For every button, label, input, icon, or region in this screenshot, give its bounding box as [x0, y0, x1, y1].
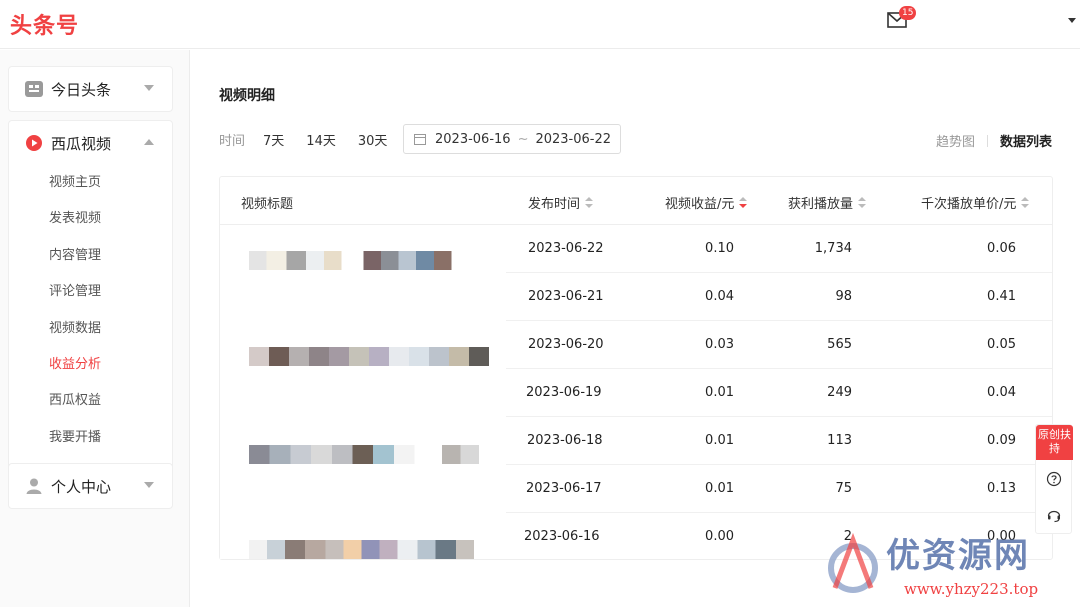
- chevron-up-icon: [144, 139, 154, 145]
- chevron-down-icon: [144, 85, 154, 91]
- sort-desc-icon: [739, 196, 748, 209]
- cell-date: 2023-06-21: [528, 289, 604, 304]
- sort-icon: [858, 196, 867, 209]
- cell-date: 2023-06-17: [526, 481, 602, 496]
- cell-cpm: 0.04: [987, 385, 1016, 400]
- xigua-icon: [25, 134, 43, 152]
- date-start: 2023-06-16: [435, 131, 511, 147]
- table-header: 视频标题 发布时间 视频收益/元 获利播放量 千次播放单价/元: [220, 177, 1052, 225]
- sidebar: 今日头条 西瓜视频 视频主页 发表视频 内容管理 评论管理 视频数据 收益分析 …: [0, 50, 190, 607]
- view-list-button[interactable]: 数据列表: [1000, 131, 1052, 150]
- range-14d[interactable]: 14天: [306, 130, 336, 149]
- sidebar-item-income[interactable]: 收益分析: [9, 347, 172, 383]
- date-range-picker[interactable]: 2023-06-16 ~ 2023-06-22: [403, 124, 621, 154]
- sidebar-item-video-home[interactable]: 视频主页: [9, 165, 172, 201]
- floating-tools: 原创扶持: [1035, 424, 1073, 534]
- sidebar-item-rights[interactable]: 西瓜权益: [9, 383, 172, 419]
- cell-plays: 98: [835, 289, 852, 304]
- cell-date: 2023-06-18: [527, 433, 603, 448]
- watermark: 优资源网 www.yhzy223.top: [820, 528, 1070, 604]
- cell-income: 0.01: [705, 481, 734, 496]
- account-dropdown-icon[interactable]: [1068, 18, 1076, 23]
- cell-plays: 249: [827, 385, 852, 400]
- cell-date: 2023-06-20: [528, 337, 604, 352]
- col-title: 视频标题: [241, 197, 294, 212]
- main-content: 视频明细 时间 7天 14天 30天 2023-06-16 ~ 2023-06-…: [190, 50, 1080, 607]
- watermark-text: 优资源网: [886, 536, 1030, 576]
- date-end: 2023-06-22: [535, 131, 612, 147]
- video-detail-table: 视频标题 发布时间 视频收益/元 获利播放量 千次播放单价/元 2023-06-…: [219, 176, 1053, 560]
- view-trend-button[interactable]: 趋势图: [936, 131, 975, 150]
- cell-date: 2023-06-22: [528, 241, 604, 256]
- watermark-url: www.yhzy223.top: [904, 580, 1039, 598]
- cell-income: 0.04: [705, 289, 734, 304]
- cell-date: 2023-06-16: [524, 529, 600, 544]
- user-icon: [25, 477, 43, 495]
- sidebar-group-header[interactable]: 西瓜视频: [9, 121, 172, 165]
- sidebar-item-live[interactable]: 我要开播: [9, 420, 172, 456]
- cell-cpm: 0.09: [987, 433, 1016, 448]
- cell-plays: 75: [835, 481, 852, 496]
- cell-cpm: 0.06: [987, 241, 1016, 256]
- sidebar-item-video-data[interactable]: 视频数据: [9, 311, 172, 347]
- col-plays[interactable]: 获利播放量: [788, 193, 867, 212]
- sidebar-item-publish[interactable]: 发表视频: [9, 201, 172, 237]
- cell-plays: 1,734: [814, 241, 852, 256]
- cell-plays: 565: [827, 337, 852, 352]
- col-publish-time[interactable]: 发布时间: [528, 193, 594, 212]
- top-bar: 头条号 15: [0, 0, 1080, 49]
- filter-label: 时间: [219, 134, 246, 149]
- view-divider: [986, 134, 988, 147]
- sidebar-group-label: 今日头条: [51, 80, 112, 99]
- cell-income: 0.01: [705, 433, 734, 448]
- watermark-logo-icon: [828, 532, 878, 593]
- cell-income: 0.00: [705, 529, 734, 544]
- cell-income: 0.01: [705, 385, 734, 400]
- sidebar-group-label: 个人中心: [51, 477, 112, 496]
- col-income[interactable]: 视频收益/元: [665, 193, 748, 212]
- blurred-titles: [220, 225, 506, 559]
- cell-cpm: 0.13: [987, 481, 1016, 496]
- cell-income: 0.03: [705, 337, 734, 352]
- headset-icon[interactable]: [1046, 507, 1062, 523]
- toutiao-icon: [25, 80, 43, 98]
- sidebar-group-profile[interactable]: 个人中心: [8, 463, 173, 509]
- col-cpm[interactable]: 千次播放单价/元: [921, 193, 1030, 212]
- cell-date: 2023-06-19: [526, 385, 602, 400]
- cell-plays: 113: [827, 433, 852, 448]
- cell-income: 0.10: [705, 241, 734, 256]
- sidebar-group-header[interactable]: 个人中心: [9, 464, 172, 508]
- sidebar-group-toutiao[interactable]: 今日头条: [8, 66, 173, 112]
- chevron-down-icon: [144, 482, 154, 488]
- sort-icon: [585, 196, 594, 209]
- range-7d[interactable]: 7天: [263, 130, 284, 149]
- date-separator: ~: [517, 131, 529, 147]
- logo[interactable]: 头条号: [10, 8, 79, 40]
- sidebar-group-label: 西瓜视频: [51, 134, 112, 153]
- sort-icon: [1021, 196, 1030, 209]
- sidebar-group-header[interactable]: 今日头条: [9, 67, 172, 111]
- mail-badge: 15: [899, 6, 917, 20]
- sidebar-item-comments[interactable]: 评论管理: [9, 274, 172, 310]
- cell-cpm: 0.41: [987, 289, 1016, 304]
- range-30d[interactable]: 30天: [358, 130, 388, 149]
- time-filter: 时间 7天 14天 30天: [219, 130, 409, 149]
- original-support-button[interactable]: 原创扶持: [1036, 425, 1073, 460]
- view-switch: 趋势图 数据列表: [936, 131, 1052, 150]
- sidebar-item-content[interactable]: 内容管理: [9, 238, 172, 274]
- help-icon[interactable]: [1046, 471, 1062, 487]
- sidebar-group-xigua: 西瓜视频 视频主页 发表视频 内容管理 评论管理 视频数据 收益分析 西瓜权益 …: [8, 120, 173, 505]
- cell-cpm: 0.05: [987, 337, 1016, 352]
- calendar-icon: [414, 134, 426, 145]
- page-title: 视频明细: [219, 88, 275, 104]
